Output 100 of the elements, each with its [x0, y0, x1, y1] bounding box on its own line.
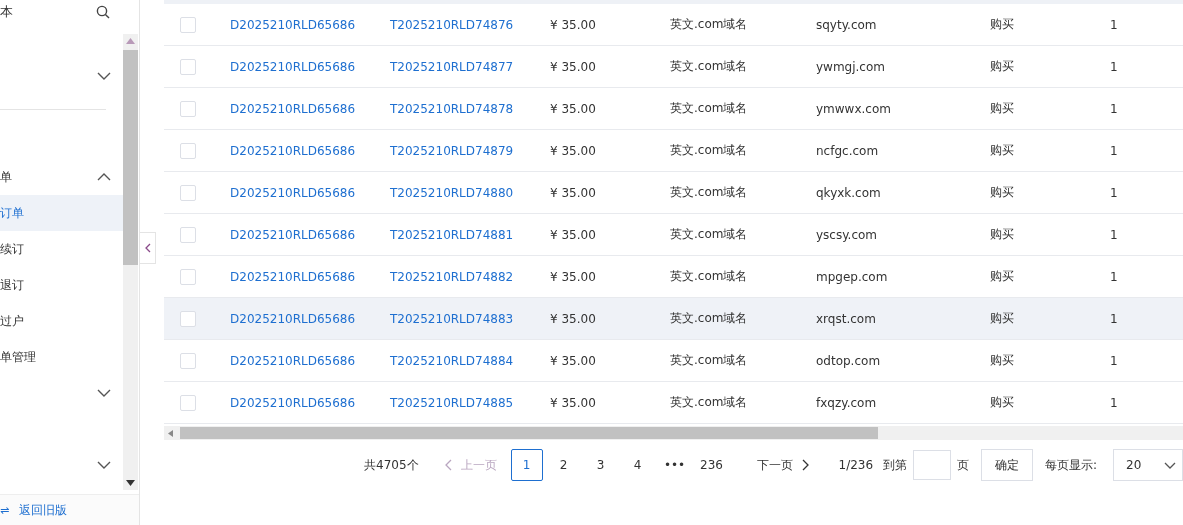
product-cell-text: 英文.com域名 — [670, 16, 749, 33]
type-cell-text: 购买 — [990, 16, 1015, 33]
type-cell-text: 购买 — [990, 352, 1015, 369]
next-page-button[interactable]: 下一页 — [756, 456, 809, 474]
quantity-cell-text: 1 — [1110, 353, 1119, 368]
type-cell-text: 购买 — [990, 226, 1015, 243]
product-cell-text: 英文.com域名 — [670, 394, 749, 411]
quantity-cell-text: 1 — [1110, 395, 1119, 410]
type-cell-text: 购买 — [990, 184, 1015, 201]
order-number-link[interactable]: D2025210RLD65686 — [230, 143, 390, 158]
page-button[interactable]: 3 — [584, 449, 617, 481]
domain-cell-text: mpgep.com — [816, 269, 889, 284]
order-number-link[interactable]: D2025210RLD65686 — [230, 227, 390, 242]
page-button[interactable]: 2 — [547, 449, 580, 481]
order-number-link[interactable]: D2025210RLD65686 — [230, 185, 390, 200]
scroll-down-icon[interactable] — [126, 480, 135, 486]
quantity-cell-text: 1 — [1110, 269, 1119, 284]
chevron-left-icon — [144, 243, 151, 253]
price-cell-text: ¥ 35.00 — [550, 395, 597, 410]
menu-item[interactable]: 单管理 — [0, 339, 123, 375]
product-cell-text: 英文.com域名 — [670, 226, 749, 243]
row-checkbox[interactable] — [180, 310, 196, 327]
order-number-link[interactable]: D2025210RLD65686 — [230, 395, 390, 410]
row-checkbox[interactable] — [180, 16, 196, 33]
menu-item[interactable]: 退订 — [0, 267, 123, 303]
quantity-cell-text: 1 — [1110, 17, 1119, 32]
quantity-cell-text: 1 — [1110, 311, 1119, 326]
row-checkbox[interactable] — [180, 100, 196, 117]
row-checkbox[interactable] — [180, 58, 196, 75]
horizontal-scrollbar[interactable] — [164, 426, 1183, 440]
row-checkbox[interactable] — [180, 184, 196, 201]
quantity-cell-text: 1 — [1110, 59, 1119, 74]
menu-group[interactable]: 单 — [0, 159, 123, 195]
page-size-select[interactable]: 20 — [1113, 449, 1183, 481]
domain-cell-text: odtop.com — [816, 353, 882, 368]
item-number-link[interactable]: T2025210RLD74885 — [390, 395, 550, 410]
item-number-link[interactable]: T2025210RLD74878 — [390, 101, 550, 116]
row-checkbox[interactable] — [180, 268, 196, 285]
order-number-link[interactable]: D2025210RLD65686 — [230, 311, 390, 326]
order-number-link[interactable]: D2025210RLD65686 — [230, 353, 390, 368]
domain-cell-text: ymwwx.com — [816, 101, 892, 116]
domain-cell-text: ywmgj.com — [816, 59, 886, 74]
order-number-link[interactable]: D2025210RLD65686 — [230, 101, 390, 116]
page-size-label: 每页显示: — [1044, 456, 1097, 474]
quantity-cell-text: 1 — [1110, 185, 1119, 200]
quantity-cell-text: 1 — [1110, 101, 1119, 116]
price-cell-text: ¥ 35.00 — [550, 227, 597, 242]
item-number-link[interactable]: T2025210RLD74879 — [390, 143, 550, 158]
scroll-up-icon[interactable] — [126, 38, 135, 44]
domain-cell-text: qkyxk.com — [816, 185, 882, 200]
row-checkbox[interactable] — [180, 142, 196, 159]
chevron-left-icon — [444, 459, 452, 471]
scrollbar-thumb[interactable] — [180, 427, 878, 439]
row-checkbox[interactable] — [180, 226, 196, 243]
order-number-link[interactable]: D2025210RLD65686 — [230, 59, 390, 74]
confirm-button[interactable]: 确定 — [981, 449, 1033, 481]
order-number-link[interactable]: D2025210RLD65686 — [230, 17, 390, 32]
domain-cell-text: xrqst.com — [816, 311, 877, 326]
price-cell-text: ¥ 35.00 — [550, 143, 597, 158]
item-number-link[interactable]: T2025210RLD74877 — [390, 59, 550, 74]
menu-item[interactable]: 续订 — [0, 231, 123, 267]
domain-cell-text: sqyty.com — [816, 17, 878, 32]
item-number-link[interactable]: T2025210RLD74882 — [390, 269, 550, 284]
item-number-link[interactable]: T2025210RLD74881 — [390, 227, 550, 242]
scroll-left-icon[interactable] — [168, 429, 173, 437]
back-to-old-version-link[interactable]: ⇌ 返回旧版 — [0, 494, 139, 525]
row-checkbox[interactable] — [180, 352, 196, 369]
collapse-button[interactable] — [140, 232, 156, 264]
page-button[interactable]: 1 — [510, 449, 543, 481]
type-cell-text: 购买 — [990, 268, 1015, 285]
scrollbar[interactable] — [123, 34, 138, 490]
page-button[interactable]: ••• — [658, 449, 691, 481]
price-cell-text: ¥ 35.00 — [550, 353, 597, 368]
item-number-link[interactable]: T2025210RLD74876 — [390, 17, 550, 32]
page-info: 1/236 — [838, 458, 874, 472]
domain-cell-text: yscsy.com — [816, 227, 879, 242]
page-input[interactable] — [913, 450, 952, 480]
search-icon[interactable] — [96, 5, 110, 19]
menu-item[interactable]: 订单 — [0, 195, 123, 231]
type-cell-text: 购买 — [990, 58, 1015, 75]
product-cell-text: 英文.com域名 — [670, 268, 749, 285]
page-button[interactable]: 236 — [695, 449, 728, 481]
caret-icon — [1164, 461, 1176, 469]
domain-cell-text: ncfgc.com — [816, 143, 880, 158]
product-cell-text: 英文.com域名 — [670, 58, 749, 75]
order-number-link[interactable]: D2025210RLD65686 — [230, 269, 390, 284]
row-checkbox[interactable] — [180, 394, 196, 411]
total-count: 共4705个 — [364, 456, 419, 474]
price-cell-text: ¥ 35.00 — [550, 17, 597, 32]
item-number-link[interactable]: T2025210RLD74883 — [390, 311, 550, 326]
item-number-link[interactable]: T2025210RLD74880 — [390, 185, 550, 200]
product-cell-text: 英文.com域名 — [670, 310, 749, 327]
price-cell-text: ¥ 35.00 — [550, 59, 597, 74]
type-cell-text: 购买 — [990, 100, 1015, 117]
menu-item[interactable]: 过户 — [0, 303, 123, 339]
product-cell-text: 英文.com域名 — [670, 100, 749, 117]
item-number-link[interactable]: T2025210RLD74884 — [390, 353, 550, 368]
page-button[interactable]: 4 — [621, 449, 654, 481]
page-label: 页 — [957, 456, 970, 474]
scrollbar-thumb[interactable] — [123, 50, 138, 265]
